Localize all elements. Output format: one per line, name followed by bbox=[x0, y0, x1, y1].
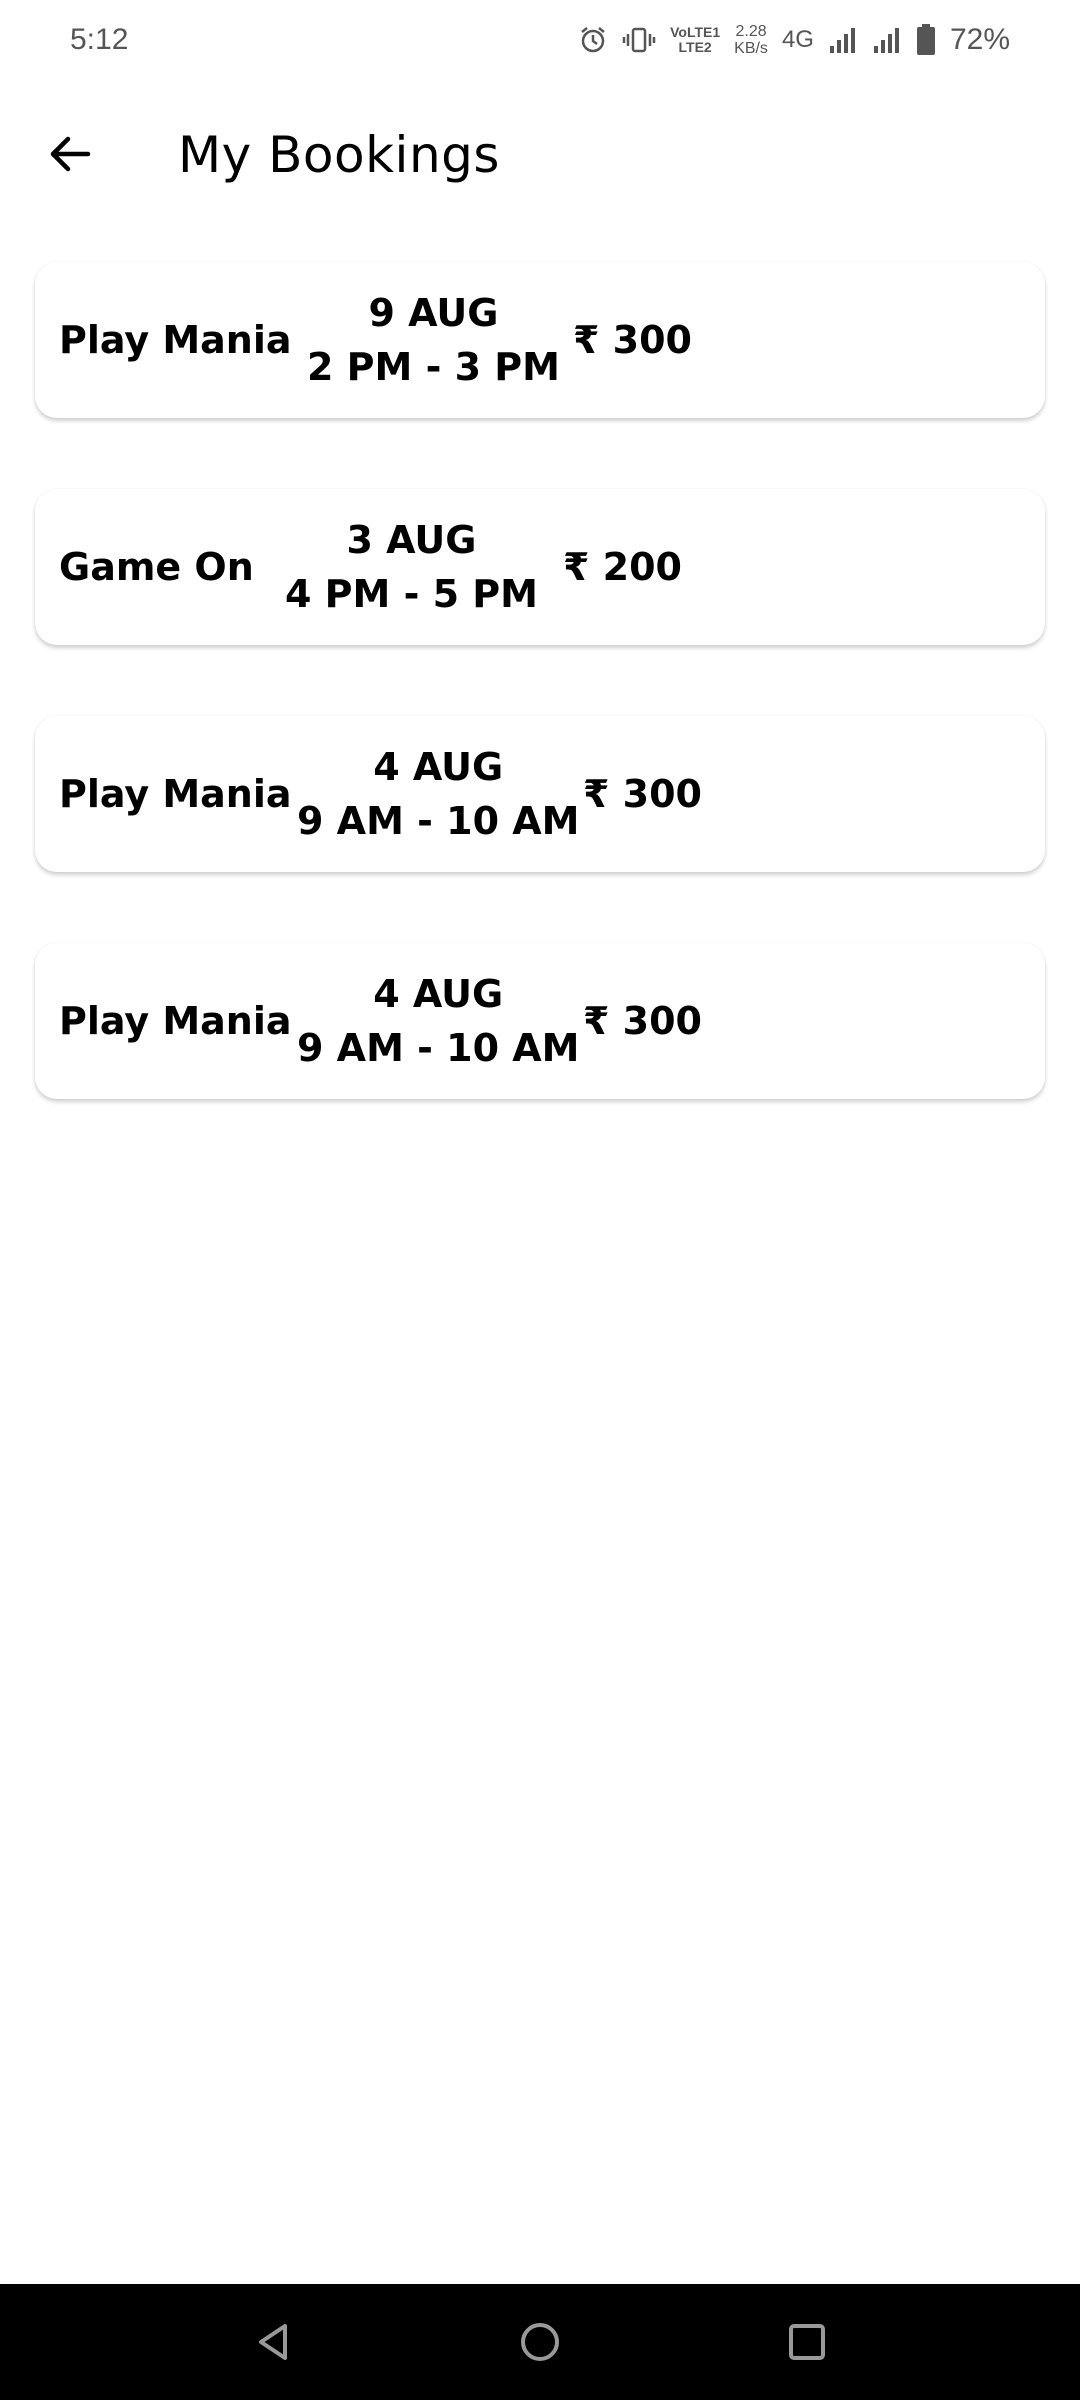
booking-slot: 3 AUG 4 PM - 5 PM bbox=[285, 513, 538, 621]
triangle-back-icon bbox=[259, 2324, 288, 2360]
status-bar: 5:12 VoLTE1 LTE2 2.28 KB/s 4G 72% bbox=[0, 0, 1080, 80]
booking-time: 4 PM - 5 PM bbox=[285, 572, 538, 616]
volte-line1: VoLTE1 bbox=[670, 24, 721, 40]
status-time: 5:12 bbox=[70, 23, 129, 56]
booking-price: ₹ 300 bbox=[573, 318, 692, 362]
circle-home-icon bbox=[520, 2323, 559, 2361]
booking-price: ₹ 300 bbox=[583, 772, 702, 816]
network-speed: 2.28 KB/s bbox=[734, 23, 768, 57]
speed-unit: KB/s bbox=[734, 40, 768, 57]
system-nav-bar bbox=[0, 2284, 1080, 2400]
venue-name: Game On bbox=[59, 545, 254, 589]
square-recents-icon bbox=[788, 2324, 825, 2360]
booking-card[interactable]: Play Mania 4 AUG 9 AM - 10 AM ₹ 300 bbox=[35, 943, 1045, 1099]
booking-date: 4 AUG bbox=[373, 972, 504, 1016]
booking-date: 4 AUG bbox=[373, 745, 504, 789]
signal-icon-2 bbox=[872, 26, 902, 54]
booking-date: 9 AUG bbox=[368, 291, 499, 335]
venue-name: Play Mania bbox=[59, 999, 292, 1043]
booking-slot: 9 AUG 2 PM - 3 PM bbox=[307, 286, 560, 394]
booking-slot: 4 AUG 9 AM - 10 AM bbox=[297, 740, 579, 848]
booking-price: ₹ 200 bbox=[563, 545, 682, 589]
signal-icon bbox=[828, 26, 858, 54]
booking-price: ₹ 300 bbox=[583, 999, 702, 1043]
screen: 5:12 VoLTE1 LTE2 2.28 KB/s 4G 72% My Boo… bbox=[0, 0, 1080, 2400]
nav-back-button[interactable] bbox=[233, 2302, 313, 2382]
venue-name: Play Mania bbox=[59, 318, 292, 362]
alarm-icon bbox=[578, 25, 608, 55]
app-header: My Bookings bbox=[0, 100, 1080, 212]
booking-time: 2 PM - 3 PM bbox=[307, 345, 560, 389]
venue-name: Play Mania bbox=[59, 772, 292, 816]
volte-line2: LTE2 bbox=[678, 39, 712, 55]
network-type: 4G bbox=[781, 26, 814, 53]
back-button[interactable] bbox=[38, 122, 102, 186]
booking-time: 9 AM - 10 AM bbox=[297, 799, 580, 843]
booking-card[interactable]: Play Mania 9 AUG 2 PM - 3 PM ₹ 300 bbox=[35, 262, 1045, 418]
battery-icon bbox=[916, 24, 936, 56]
battery-percent: 72% bbox=[949, 23, 1010, 56]
bookings-list: Play Mania 9 AUG 2 PM - 3 PM ₹ 300 Game … bbox=[35, 262, 1045, 1170]
booking-slot: 4 AUG 9 AM - 10 AM bbox=[297, 967, 579, 1075]
status-icons: VoLTE1 LTE2 2.28 KB/s 4G 72% bbox=[578, 23, 1010, 57]
booking-card[interactable]: Game On 3 AUG 4 PM - 5 PM ₹ 200 bbox=[35, 489, 1045, 645]
nav-recents-button[interactable] bbox=[767, 2302, 847, 2382]
arrow-left-icon bbox=[50, 136, 91, 172]
nav-home-button[interactable] bbox=[500, 2302, 580, 2382]
booking-card[interactable]: Play Mania 4 AUG 9 AM - 10 AM ₹ 300 bbox=[35, 716, 1045, 872]
page-title: My Bookings bbox=[178, 126, 500, 184]
vibrate-icon bbox=[622, 25, 656, 55]
booking-date: 3 AUG bbox=[346, 518, 477, 562]
booking-time: 9 AM - 10 AM bbox=[297, 1026, 580, 1070]
speed-value: 2.28 bbox=[735, 23, 767, 40]
volte-indicator: VoLTE1 LTE2 bbox=[670, 25, 720, 55]
